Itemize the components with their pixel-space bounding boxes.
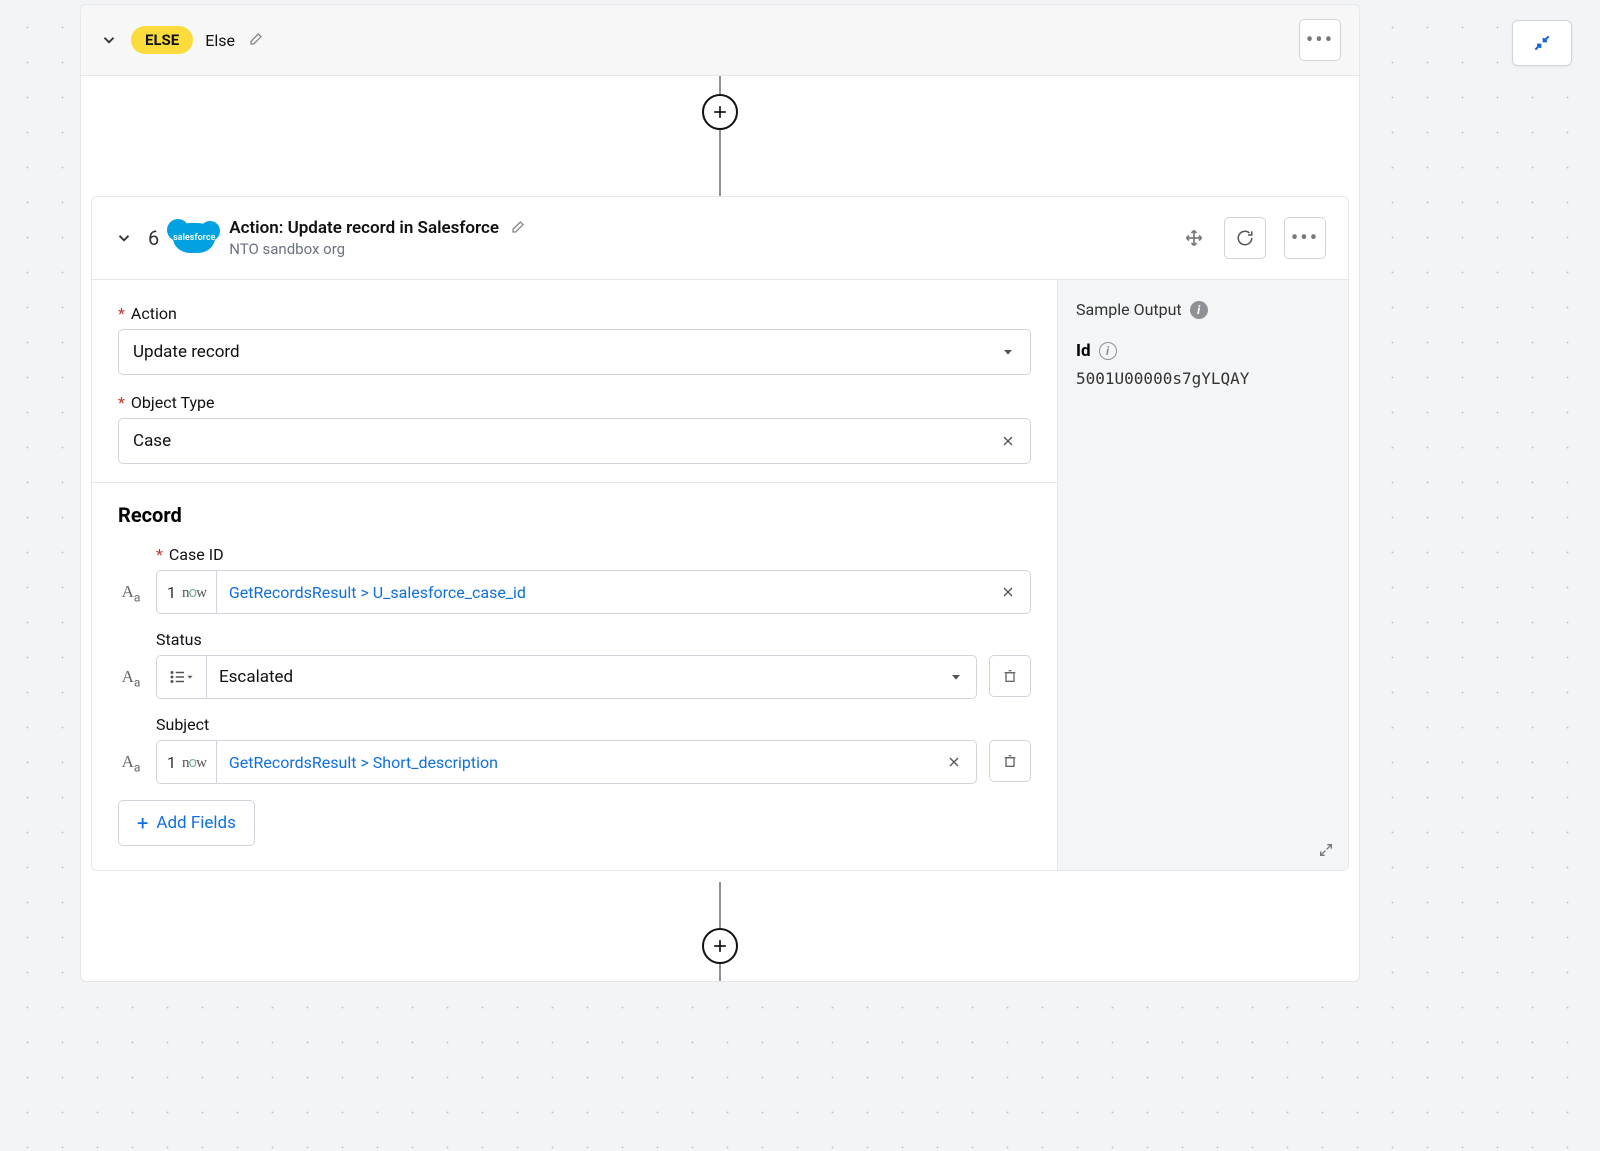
- action-title: Action: Update record in Salesforce: [229, 218, 499, 238]
- subject-label: Subject: [156, 715, 209, 734]
- chevron-down-icon[interactable]: [99, 30, 119, 50]
- text-type-icon: Aa: [118, 582, 144, 614]
- action-subtitle: NTO sandbox org: [229, 240, 525, 258]
- add-step-button[interactable]: [702, 928, 738, 964]
- clear-icon[interactable]: [932, 754, 976, 770]
- action-select[interactable]: Update record: [118, 329, 1031, 375]
- info-icon[interactable]: i: [1099, 342, 1117, 360]
- status-value: Escalated: [207, 667, 936, 687]
- sample-id-label: Id: [1076, 341, 1091, 361]
- object-type-input[interactable]: Case: [118, 418, 1031, 464]
- delete-field-button[interactable]: [989, 740, 1031, 782]
- add-step-button[interactable]: [702, 94, 738, 130]
- object-type-value: Case: [133, 431, 171, 451]
- action-header: 6 salesforce Action: Update record in Sa…: [92, 197, 1348, 280]
- object-type-label: Object Type: [131, 393, 215, 412]
- connector-line: [81, 881, 1359, 981]
- record-row-caseid: Aa *Case ID 1 now GetRecordsResult > U_s…: [118, 545, 1031, 614]
- action-select-value: Update record: [133, 342, 240, 362]
- text-type-icon: Aa: [118, 667, 144, 699]
- salesforce-icon: salesforce: [173, 223, 215, 253]
- step-ref-number: 1: [167, 753, 176, 772]
- record-row-status: Aa Status Escalated: [118, 630, 1031, 699]
- plus-icon: +: [137, 811, 148, 835]
- caret-down-icon: [1000, 344, 1016, 360]
- servicenow-icon: now: [182, 753, 206, 772]
- collapse-panel-button[interactable]: [1512, 20, 1572, 66]
- move-icon[interactable]: [1182, 226, 1206, 250]
- delete-field-button[interactable]: [989, 655, 1031, 697]
- more-menu-button[interactable]: •••: [1284, 217, 1326, 259]
- record-heading: Record: [118, 503, 1031, 527]
- edit-icon[interactable]: [509, 220, 525, 236]
- expand-icon[interactable]: [1318, 842, 1334, 858]
- subject-value: GetRecordsResult > Short_description: [217, 753, 932, 772]
- flow-card: ELSE Else ••• 6 salesforce Action: Updat…: [80, 4, 1360, 982]
- action-field-label: Action: [131, 304, 177, 323]
- else-label: Else: [205, 31, 235, 50]
- refresh-button[interactable]: [1224, 217, 1266, 259]
- step-number: 6: [148, 226, 159, 250]
- subject-input[interactable]: 1 now GetRecordsResult > Short_descripti…: [156, 740, 977, 784]
- text-type-icon: Aa: [118, 752, 144, 784]
- clear-icon[interactable]: [986, 584, 1030, 600]
- sample-output-panel: Sample Output i Id i 5001U00000s7gYLQAY: [1058, 280, 1348, 870]
- record-row-subject: Aa Subject 1 now GetRecordsResult > Shor…: [118, 715, 1031, 784]
- status-select[interactable]: Escalated: [156, 655, 977, 699]
- info-icon[interactable]: i: [1190, 301, 1208, 319]
- else-badge: ELSE: [131, 26, 193, 54]
- else-header: ELSE Else •••: [81, 5, 1359, 76]
- form-column: *Action Update record *Object Type Case …: [92, 280, 1058, 870]
- step-ref-number: 1: [167, 583, 176, 602]
- sample-output-title: Sample Output: [1076, 300, 1182, 319]
- status-label: Status: [156, 630, 202, 649]
- servicenow-icon: now: [182, 583, 206, 602]
- caseid-label: Case ID: [169, 545, 224, 564]
- caseid-input[interactable]: 1 now GetRecordsResult > U_salesforce_ca…: [156, 570, 1031, 614]
- add-fields-button[interactable]: + Add Fields: [118, 800, 255, 846]
- connector-line: [81, 76, 1359, 196]
- chevron-down-icon[interactable]: [114, 228, 134, 248]
- action-block: 6 salesforce Action: Update record in Sa…: [91, 196, 1349, 871]
- picklist-icon: [157, 656, 207, 698]
- clear-icon[interactable]: [1000, 433, 1016, 449]
- edit-icon[interactable]: [247, 32, 263, 48]
- caseid-value: GetRecordsResult > U_salesforce_case_id: [217, 583, 986, 602]
- add-fields-label: Add Fields: [156, 813, 236, 833]
- sample-id-value: 5001U00000s7gYLQAY: [1076, 369, 1330, 388]
- more-menu-button[interactable]: •••: [1299, 19, 1341, 61]
